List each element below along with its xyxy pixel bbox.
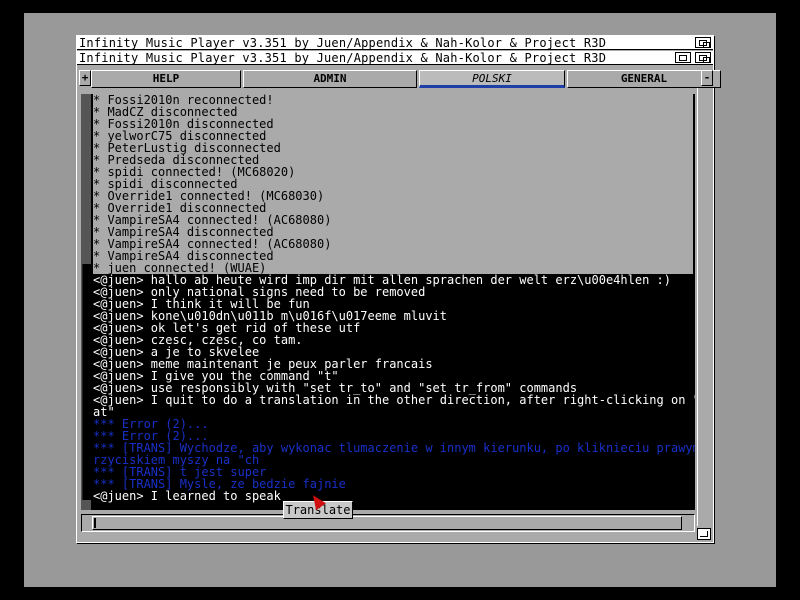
log-scrollbar[interactable] (81, 94, 91, 510)
input-row (81, 514, 695, 532)
window-titlebar[interactable]: Infinity Music Player v3.351 by Juen/App… (77, 36, 713, 50)
tab-scroll-right-button[interactable]: - (701, 70, 713, 86)
tab-admin[interactable]: ADMIN (243, 70, 417, 88)
zoom-gadget-icon[interactable] (675, 52, 691, 63)
tab-polski[interactable]: POLSKI (419, 70, 565, 88)
chat-log: * Fossi2010n reconnected! * MadCZ disconn… (81, 94, 695, 510)
chat-window: Infinity Music Player v3.351 by Juen/App… (76, 35, 721, 543)
log-scroll-knob[interactable] (82, 264, 91, 500)
input-caret (94, 518, 96, 528)
tab-help[interactable]: HELP (91, 70, 241, 88)
depth-gadget-2-icon[interactable] (695, 52, 711, 63)
tab-bar: + HELP ADMIN POLSKI GENERAL - (77, 68, 721, 88)
chat-input[interactable] (92, 516, 682, 530)
window-title: Infinity Music Player v3.351 by Juen/App… (79, 36, 607, 50)
screen-titlebar[interactable]: Infinity Music Player v3.351 by Juen/App… (77, 51, 713, 65)
log-line: <@juen> I learned to speak (93, 489, 281, 503)
window-right-border (697, 88, 711, 526)
depth-gadget-icon[interactable] (695, 37, 711, 48)
log-lines: * Fossi2010n reconnected! * MadCZ disconn… (93, 94, 695, 503)
log-line: <@juen> I quit to do a translation in th… (93, 393, 695, 407)
screen-title: Infinity Music Player v3.351 by Juen/App… (79, 51, 607, 65)
tab-scroll-left-button[interactable]: + (79, 70, 91, 86)
tab-general[interactable]: GENERAL (567, 70, 721, 88)
resize-gadget-icon[interactable] (697, 528, 711, 540)
